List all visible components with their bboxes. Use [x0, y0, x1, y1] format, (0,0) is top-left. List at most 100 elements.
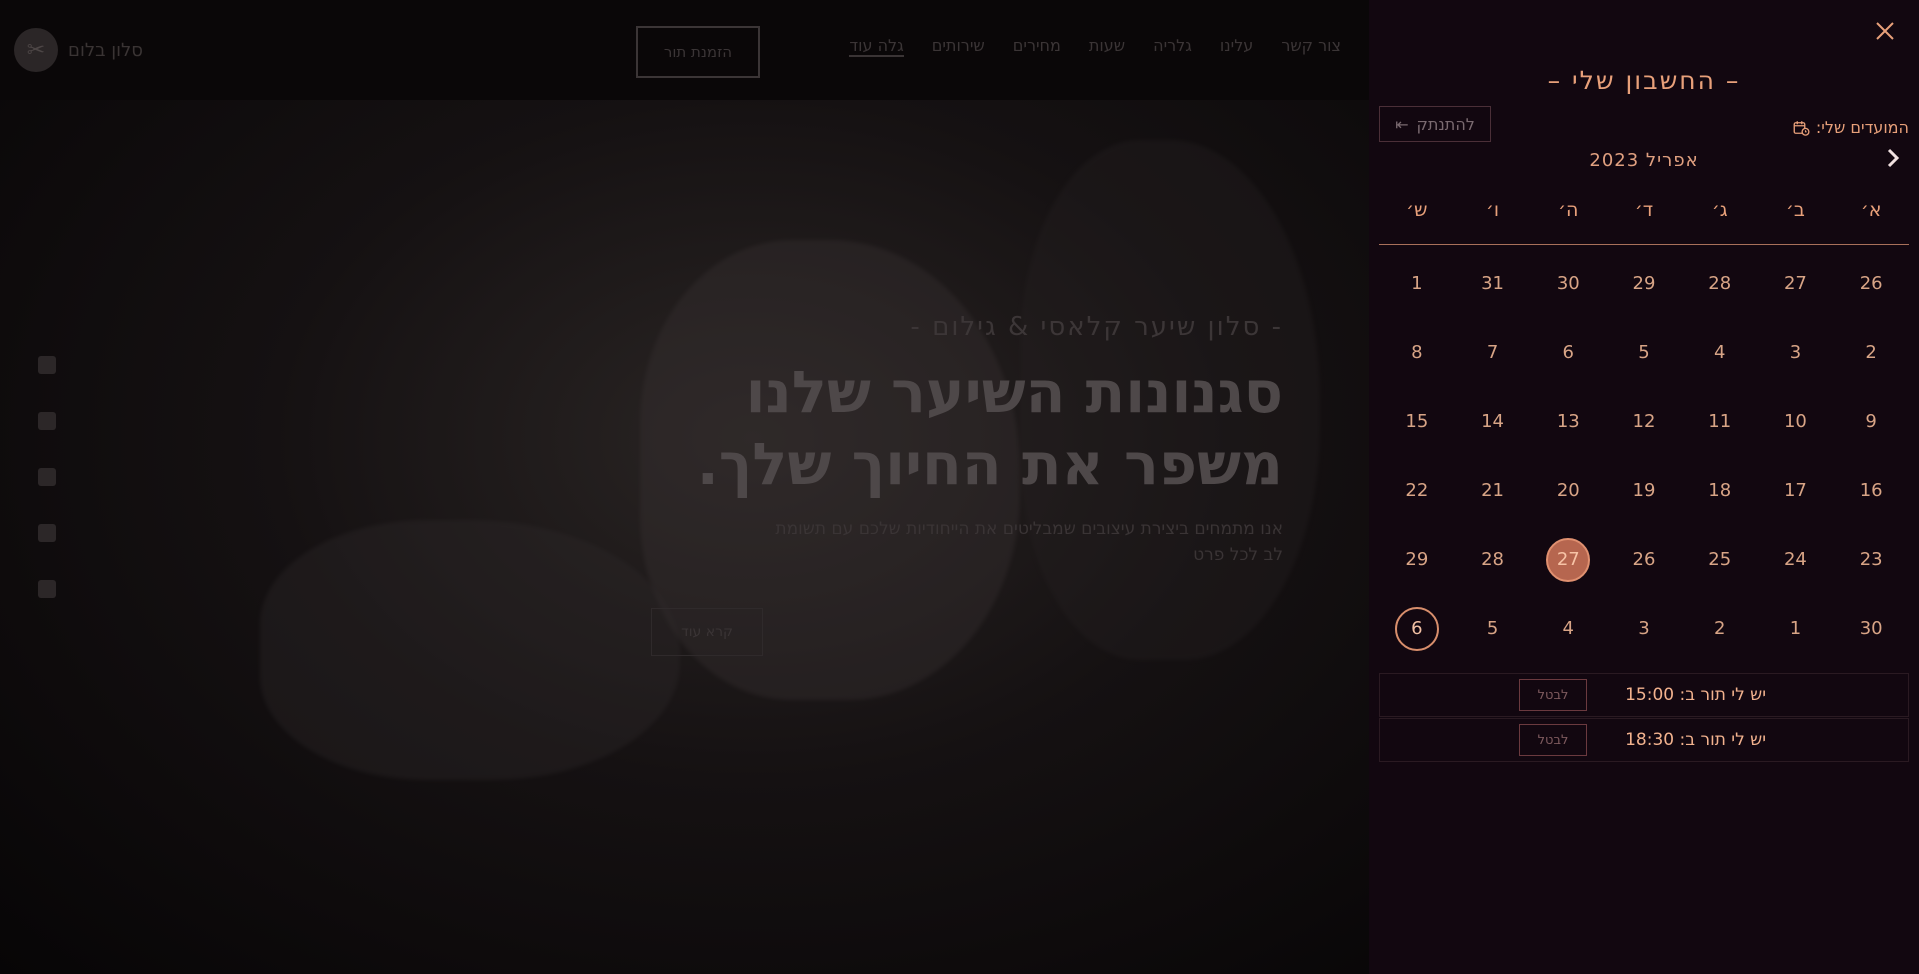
calendar-day[interactable]: 30 — [1546, 262, 1590, 306]
whatsapp-icon[interactable] — [38, 580, 56, 598]
calendar-day[interactable]: 21 — [1471, 469, 1515, 513]
weekday-label: ש׳ — [1406, 199, 1428, 221]
calendar-week-row: 30 1 2 3 4 5 6 — [1379, 594, 1909, 663]
calendar-day[interactable]: 5 — [1471, 607, 1515, 651]
calendar-day-selected[interactable]: 6 — [1394, 606, 1439, 651]
calendar-day[interactable]: 17 — [1773, 469, 1817, 513]
nav-item-gallery[interactable]: גלריה — [1153, 36, 1192, 57]
logout-button[interactable]: להתנתק ⇤ — [1379, 106, 1491, 142]
calendar-day[interactable]: 26 — [1849, 262, 1893, 306]
next-month-button[interactable] — [1883, 146, 1903, 170]
instagram-icon[interactable] — [38, 412, 56, 430]
twitter-icon[interactable] — [38, 468, 56, 486]
nav-item-prices[interactable]: מחירים — [1013, 36, 1061, 57]
calendar-day[interactable]: 28 — [1698, 262, 1742, 306]
calendar-day[interactable]: 22 — [1395, 469, 1439, 513]
calendar-day[interactable]: 23 — [1849, 538, 1893, 582]
calendar-month-label: אפריל 2023 — [1589, 150, 1699, 171]
calendar-day[interactable]: 24 — [1773, 538, 1817, 582]
calendar-day[interactable]: 20 — [1546, 469, 1590, 513]
calendar-day[interactable]: 27 — [1773, 262, 1817, 306]
calendar-day[interactable]: 9 — [1849, 400, 1893, 444]
calendar-day[interactable]: 3 — [1622, 607, 1666, 651]
logout-label: להתנתק — [1416, 114, 1475, 134]
calendar-day[interactable]: 29 — [1622, 262, 1666, 306]
close-icon — [1876, 22, 1894, 40]
calendar-weekday-header: א׳ ב׳ ג׳ ד׳ ה׳ ו׳ ש׳ — [1379, 196, 1909, 245]
appointment-row: יש לי תור ב: 18:30 לבטל — [1379, 718, 1909, 762]
my-appointments-header: המועדים שלי: — [1792, 118, 1909, 137]
weekday-label: ב׳ — [1785, 199, 1805, 221]
calendar-day[interactable]: 12 — [1622, 400, 1666, 444]
calendar-day[interactable]: 13 — [1546, 400, 1590, 444]
weekday-label: ד׳ — [1634, 199, 1654, 221]
account-panel: – החשבון שלי – להתנתק ⇤ המועדים שלי: אפר… — [1369, 0, 1919, 974]
my-appointments-label: המועדים שלי: — [1815, 118, 1909, 137]
calendar-day[interactable]: 2 — [1849, 331, 1893, 375]
calendar-day[interactable]: 15 — [1395, 400, 1439, 444]
chevron-right-icon — [1887, 148, 1900, 168]
hero-section: - סלון שיער קלאסי & גילום - סגנונות השיע… — [651, 312, 1283, 656]
logout-icon: ⇤ — [1395, 114, 1409, 134]
background-photo-chair — [260, 520, 680, 780]
social-links — [38, 356, 56, 598]
calendar-day[interactable]: 11 — [1698, 400, 1742, 444]
nav-item-more[interactable]: גלה עוד — [849, 36, 904, 57]
cancel-appointment-button[interactable]: לבטל — [1519, 679, 1587, 711]
hero-subtitle: - סלון שיער קלאסי & גילום - — [910, 312, 1283, 342]
calendar-day[interactable]: 4 — [1546, 607, 1590, 651]
calendar-day[interactable]: 8 — [1395, 331, 1439, 375]
appointment-row: יש לי תור ב: 15:00 לבטל — [1379, 673, 1909, 717]
appointment-time-text: יש לי תור ב: 15:00 — [1625, 685, 1766, 705]
weekday-label: ו׳ — [1486, 199, 1500, 221]
calendar-day[interactable]: 3 — [1773, 331, 1817, 375]
calendar-week-row: 9 10 11 12 13 14 15 — [1379, 387, 1909, 456]
calendar-day[interactable]: 29 — [1395, 538, 1439, 582]
logo-icon: ✂ — [14, 28, 58, 72]
calendar-clock-icon — [1793, 120, 1810, 136]
calendar-day[interactable]: 26 — [1622, 538, 1666, 582]
calendar-day[interactable]: 19 — [1622, 469, 1666, 513]
nav-item-hours[interactable]: שעות — [1089, 36, 1125, 57]
nav-item-services[interactable]: שירותים — [932, 36, 985, 57]
calendar-day[interactable]: 31 — [1471, 262, 1515, 306]
calendar-day[interactable]: 18 — [1698, 469, 1742, 513]
calendar-day-today[interactable]: 27 — [1546, 537, 1591, 582]
facebook-icon[interactable] — [38, 356, 56, 374]
calendar-week-row: 2 3 4 5 6 7 8 — [1379, 318, 1909, 387]
site-logo[interactable]: ✂ סלון בלום — [14, 28, 143, 72]
weekday-label: א׳ — [1860, 199, 1882, 221]
cancel-appointment-button[interactable]: לבטל — [1519, 724, 1587, 756]
calendar-week-row: 16 17 18 19 20 21 22 — [1379, 456, 1909, 525]
calendar-day[interactable]: 30 — [1849, 607, 1893, 651]
calendar-day[interactable]: 1 — [1395, 262, 1439, 306]
nav-item-about[interactable]: עלינו — [1220, 36, 1253, 57]
hero-title-line-1: סגנונות השיער שלנו — [745, 358, 1283, 426]
calendar-day[interactable]: 10 — [1773, 400, 1817, 444]
site-header: ✂ סלון בלום הזמנת תור גלה עוד שירותים מח… — [0, 0, 1369, 100]
logo-text: סלון בלום — [68, 39, 143, 61]
youtube-icon[interactable] — [38, 524, 56, 542]
calendar-day[interactable]: 25 — [1698, 538, 1742, 582]
calendar-days-grid: 26 27 28 29 30 31 1 2 3 4 5 6 7 8 9 10 1… — [1379, 249, 1909, 663]
weekday-label: ה׳ — [1558, 199, 1579, 221]
close-panel-button[interactable] — [1873, 19, 1897, 43]
calendar-day[interactable]: 7 — [1471, 331, 1515, 375]
appointments-list: יש לי תור ב: 15:00 לבטל יש לי תור ב: 18:… — [1379, 673, 1909, 763]
background-page: ✂ סלון בלום הזמנת תור גלה עוד שירותים מח… — [0, 0, 1369, 974]
calendar-day[interactable]: 16 — [1849, 469, 1893, 513]
book-appointment-button[interactable]: הזמנת תור — [636, 26, 760, 78]
calendar-day[interactable]: 6 — [1546, 331, 1590, 375]
nav-item-contact[interactable]: צור קשר — [1281, 36, 1341, 57]
calendar-day[interactable]: 1 — [1773, 607, 1817, 651]
calendar-day[interactable]: 14 — [1471, 400, 1515, 444]
calendar-day[interactable]: 4 — [1698, 331, 1742, 375]
hero-description: אנו מתמחים ביצירת עיצובים שמבליטים את הי… — [775, 519, 1283, 565]
hero-read-more-button[interactable]: קרא עוד — [651, 608, 763, 656]
calendar-week-row: 26 27 28 29 30 31 1 — [1379, 249, 1909, 318]
main-nav: גלה עוד שירותים מחירים שעות גלריה עלינו … — [849, 36, 1341, 57]
calendar-day[interactable]: 2 — [1698, 607, 1742, 651]
calendar-day[interactable]: 28 — [1471, 538, 1515, 582]
calendar-day[interactable]: 5 — [1622, 331, 1666, 375]
appointment-time-text: יש לי תור ב: 18:30 — [1625, 730, 1766, 750]
